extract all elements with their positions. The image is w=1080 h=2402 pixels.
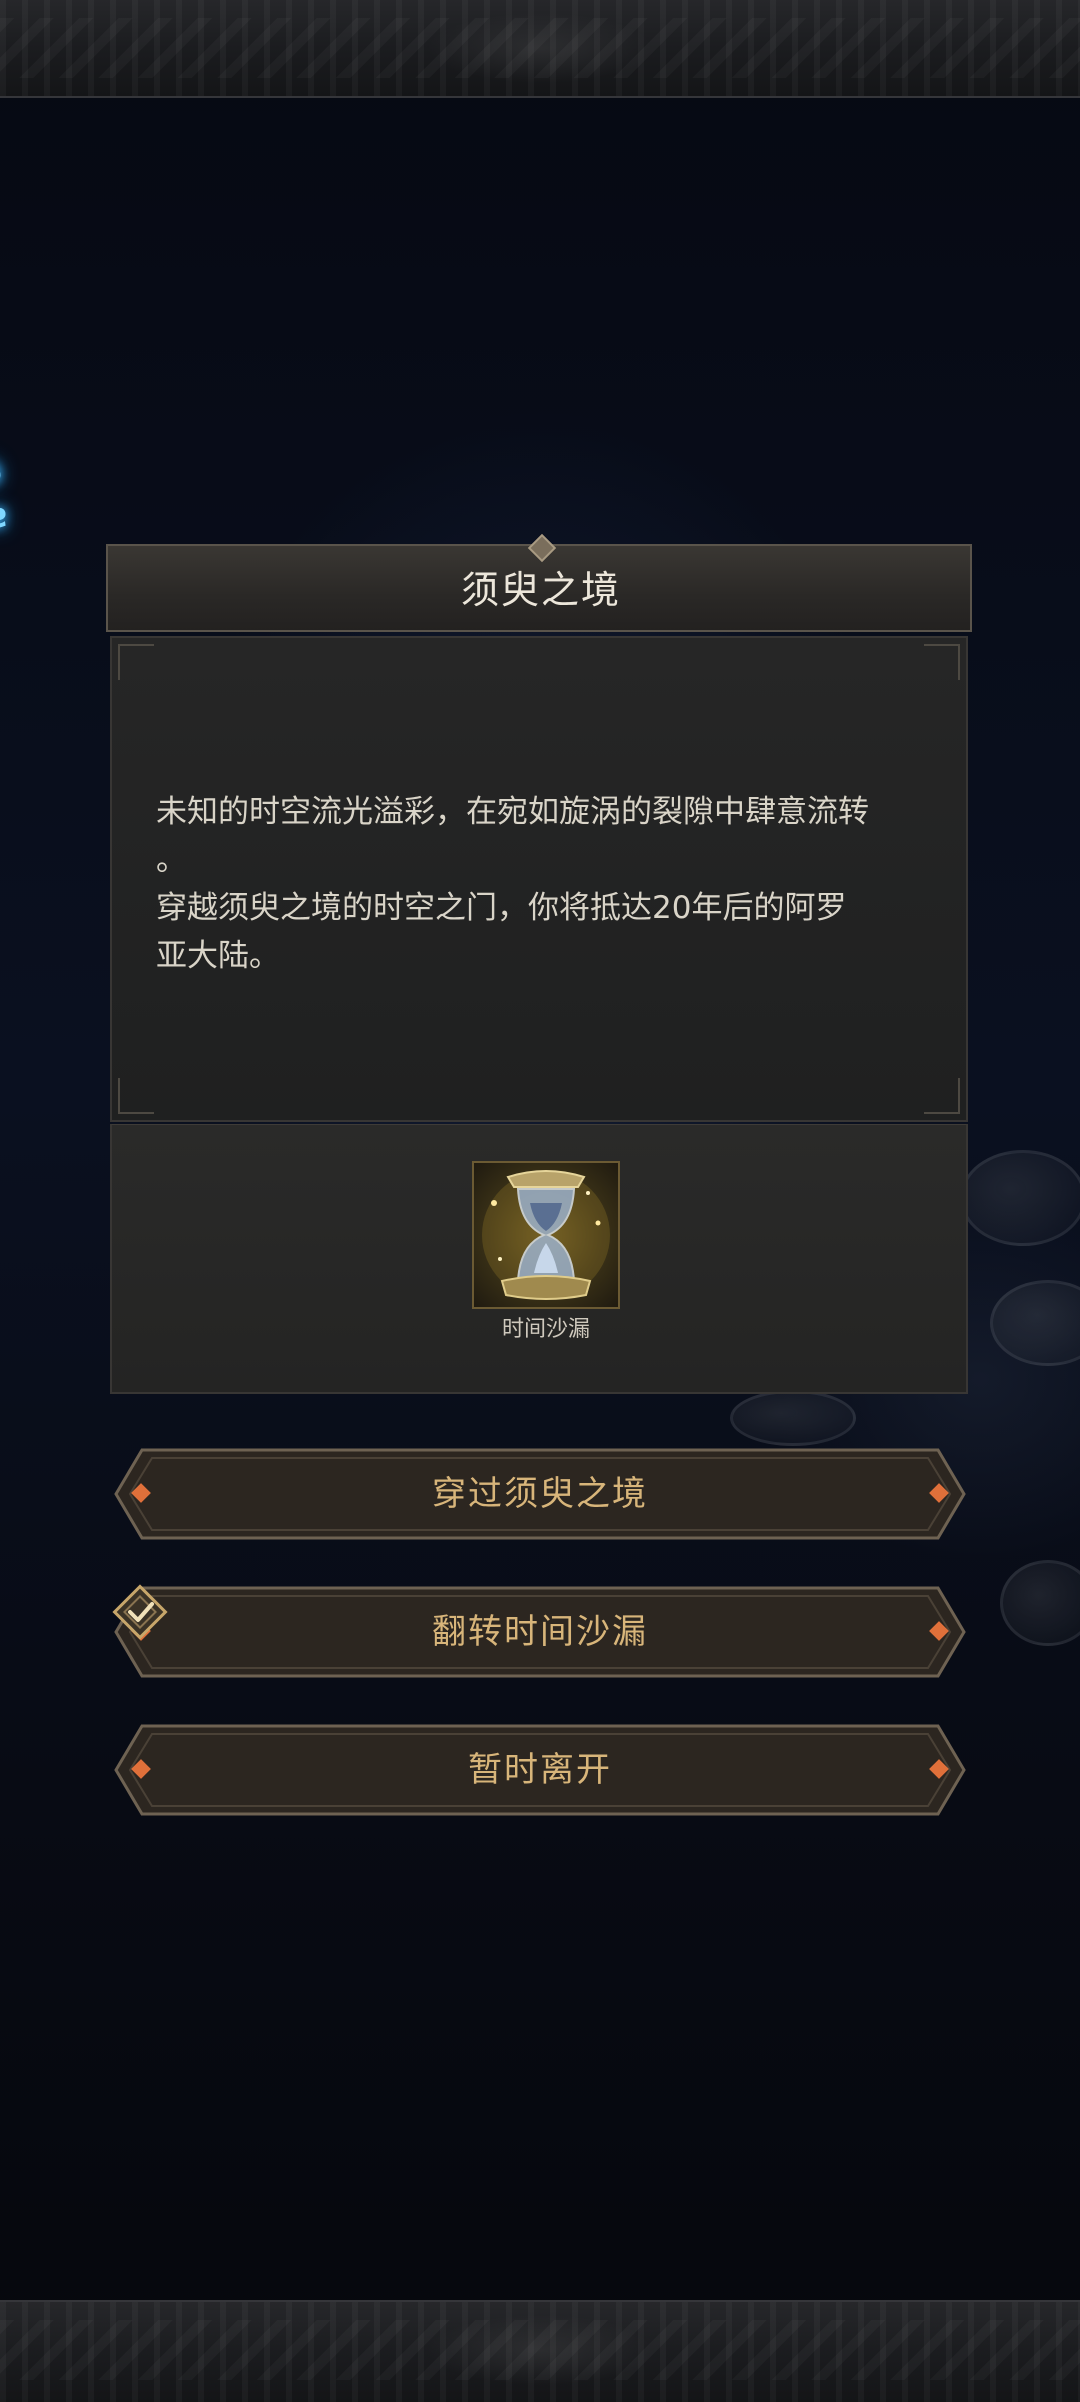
event-description: 未知的时空流光溢彩，在宛如旋涡的裂隙中肆意流转 。 穿越须臾之境的时空之门，你将…: [156, 794, 869, 974]
option-button-leave[interactable]: 暂时离开: [112, 1722, 968, 1818]
corner-ornament: [118, 644, 154, 680]
reward-panel: 时间沙漏: [110, 1124, 968, 1394]
stone-debris: [960, 1150, 1080, 1246]
top-ornate-frame: [0, 0, 1080, 98]
option-label: 暂时离开: [468, 1750, 612, 1790]
event-dialog: 须臾之境 未知的时空流光溢彩，在宛如旋涡的裂隙中肆意流转 。 穿越须臾之境的时空…: [106, 533, 972, 1394]
option-button-flip-hourglass[interactable]: 翻转时间沙漏: [112, 1584, 968, 1680]
bottom-ornate-frame: [0, 2300, 1080, 2402]
dialog-title-bar: 须臾之境: [106, 533, 972, 632]
corner-ornament: [924, 1078, 960, 1114]
reward-item-slot[interactable]: [472, 1161, 620, 1309]
corner-ornament: [924, 644, 960, 680]
dialog-title: 须臾之境: [460, 568, 621, 612]
option-label: 穿过须臾之境: [432, 1474, 648, 1514]
reward-item-name: 时间沙漏: [501, 1317, 590, 1342]
option-label: 翻转时间沙漏: [432, 1612, 648, 1652]
stone-debris: [730, 1390, 856, 1446]
option-button-pass-through[interactable]: 穿过须臾之境: [112, 1446, 968, 1542]
hourglass-icon: [482, 1170, 610, 1300]
description-panel: 未知的时空流光溢彩，在宛如旋涡的裂隙中肆意流转 。 穿越须臾之境的时空之门，你将…: [110, 636, 968, 1122]
corner-ornament: [118, 1078, 154, 1114]
